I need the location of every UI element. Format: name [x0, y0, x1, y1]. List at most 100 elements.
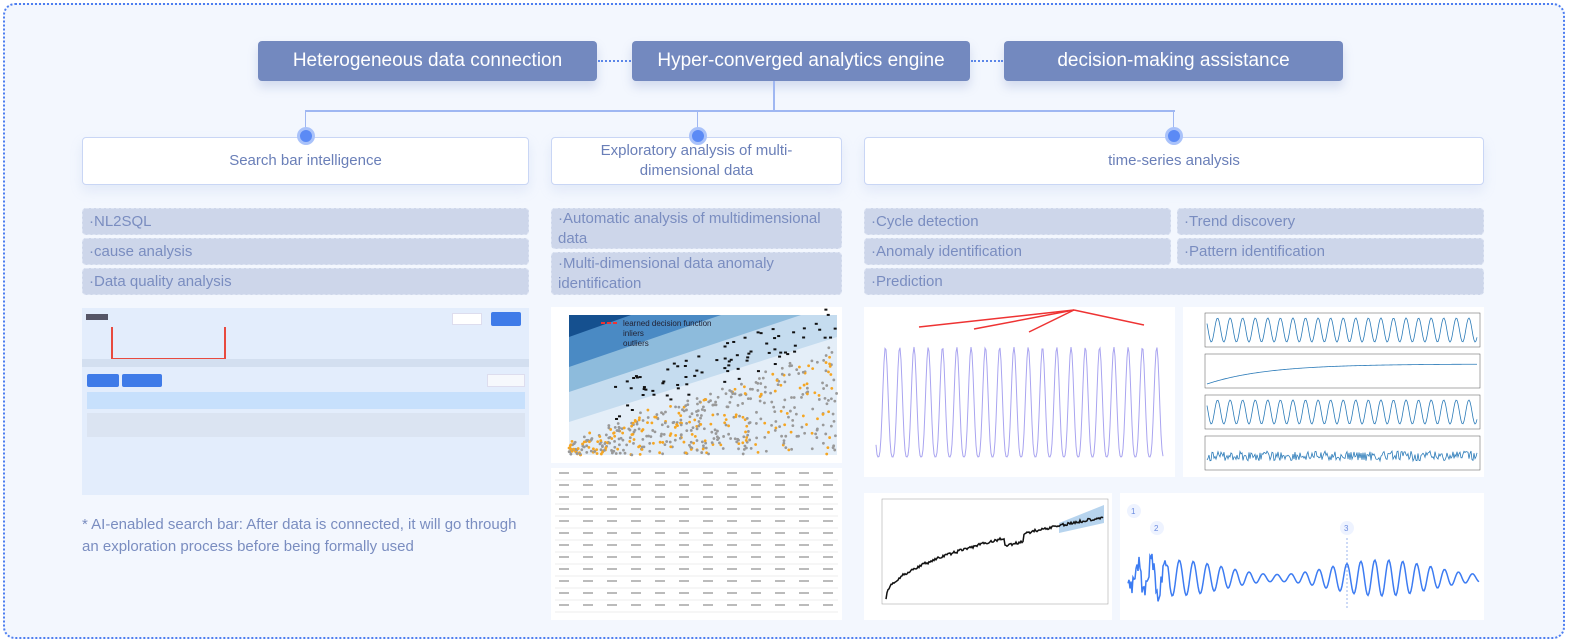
outlier-point — [626, 404, 630, 407]
inlier-point — [704, 446, 708, 450]
inlier-point — [724, 392, 728, 396]
outlier-point — [773, 337, 777, 340]
inlier-point — [723, 413, 726, 417]
inlier-point — [825, 384, 829, 387]
inlier-point — [700, 451, 704, 454]
inlier-point — [764, 449, 768, 453]
inlier-point — [686, 399, 690, 403]
inlier-point — [788, 409, 792, 413]
table-cell — [679, 484, 689, 486]
table-cell — [655, 484, 665, 486]
inlier-point — [630, 433, 634, 437]
inlier-point — [828, 362, 831, 366]
inlier-point — [728, 400, 732, 404]
outlier-point — [826, 313, 830, 316]
inlier-point — [737, 447, 740, 451]
inlier-point — [658, 440, 662, 444]
table-cell — [727, 532, 737, 534]
inlier-point — [704, 441, 708, 445]
inlier-point — [717, 436, 721, 440]
inlier-point — [726, 405, 730, 409]
table-cell — [751, 544, 761, 546]
table-cell — [823, 568, 833, 570]
inlier-point — [640, 445, 644, 449]
table-cell — [655, 556, 665, 558]
table-cell — [799, 544, 809, 546]
inlier-point — [684, 404, 688, 408]
item-anomaly: ·Anomaly identification — [864, 238, 1171, 265]
inlier-point — [588, 431, 592, 435]
table-cell — [775, 592, 785, 594]
inlier-point — [639, 411, 642, 415]
outlier-point — [743, 336, 747, 339]
table-cell — [823, 556, 833, 558]
inlier-point — [785, 411, 789, 415]
inlier-point — [724, 418, 728, 421]
inlier-point — [756, 389, 760, 392]
inlier-point — [696, 409, 700, 413]
table-cell — [655, 472, 665, 474]
table-cell — [751, 532, 761, 534]
inlier-point — [745, 424, 749, 428]
table-cell — [655, 532, 665, 534]
inlier-point — [581, 442, 584, 446]
inlier-point — [744, 439, 748, 442]
inlier-point — [824, 354, 828, 357]
table-cell — [583, 472, 593, 474]
table-cell — [703, 472, 713, 474]
inlier-point — [776, 383, 780, 387]
outlier-point — [672, 362, 676, 365]
inlier-point — [661, 452, 665, 456]
inlier-point — [654, 415, 658, 419]
table-cell — [631, 556, 641, 558]
outlier-point — [779, 351, 783, 354]
inlier-point — [702, 427, 706, 431]
outlier-point — [829, 336, 833, 339]
inlier-point — [824, 361, 828, 364]
inlier-point — [749, 397, 753, 401]
inlier-point — [736, 403, 740, 407]
item-anomaly-md: ·Multi-dimensional data anomaly identifi… — [551, 252, 842, 295]
inlier-point — [806, 392, 809, 396]
table-cell — [703, 556, 713, 558]
inlier-point — [824, 369, 828, 373]
outlier-point — [723, 367, 727, 370]
inlier-point — [610, 451, 614, 455]
inlier-point — [773, 389, 777, 393]
outlier-point — [778, 355, 782, 358]
inlier-point — [731, 392, 735, 396]
inlier-point — [616, 422, 620, 425]
inlier-point — [617, 443, 621, 447]
inlier-point — [742, 385, 746, 389]
table-cell — [607, 556, 617, 558]
inlier-point — [817, 398, 821, 401]
table-cell — [799, 532, 809, 534]
inlier-point — [755, 410, 758, 414]
inlier-point — [794, 412, 798, 416]
inlier-point — [582, 435, 586, 439]
inlier-point — [763, 421, 767, 425]
inlier-point — [575, 452, 579, 455]
inlier-point — [825, 452, 829, 456]
inlier-point — [763, 436, 767, 439]
inlier-point — [734, 415, 738, 419]
inlier-point — [727, 424, 730, 428]
inlier-point — [640, 429, 644, 433]
item-auto-analysis: ·Automatic analysis of multidimensional … — [551, 208, 842, 249]
inlier-point — [585, 444, 589, 448]
connector — [305, 110, 1175, 112]
outlier-point — [773, 348, 777, 351]
table-cell — [607, 520, 617, 522]
inlier-point — [688, 420, 691, 424]
outlier-point — [661, 382, 665, 385]
inlier-point — [590, 437, 594, 440]
inlier-point — [613, 434, 617, 438]
inlier-point — [754, 443, 758, 446]
table-cell — [607, 532, 617, 534]
table-cell — [823, 532, 833, 534]
inlier-point — [681, 408, 684, 412]
inlier-point — [623, 451, 627, 455]
table-cell — [679, 472, 689, 474]
outlier-point — [729, 358, 733, 361]
inlier-point — [591, 447, 595, 451]
